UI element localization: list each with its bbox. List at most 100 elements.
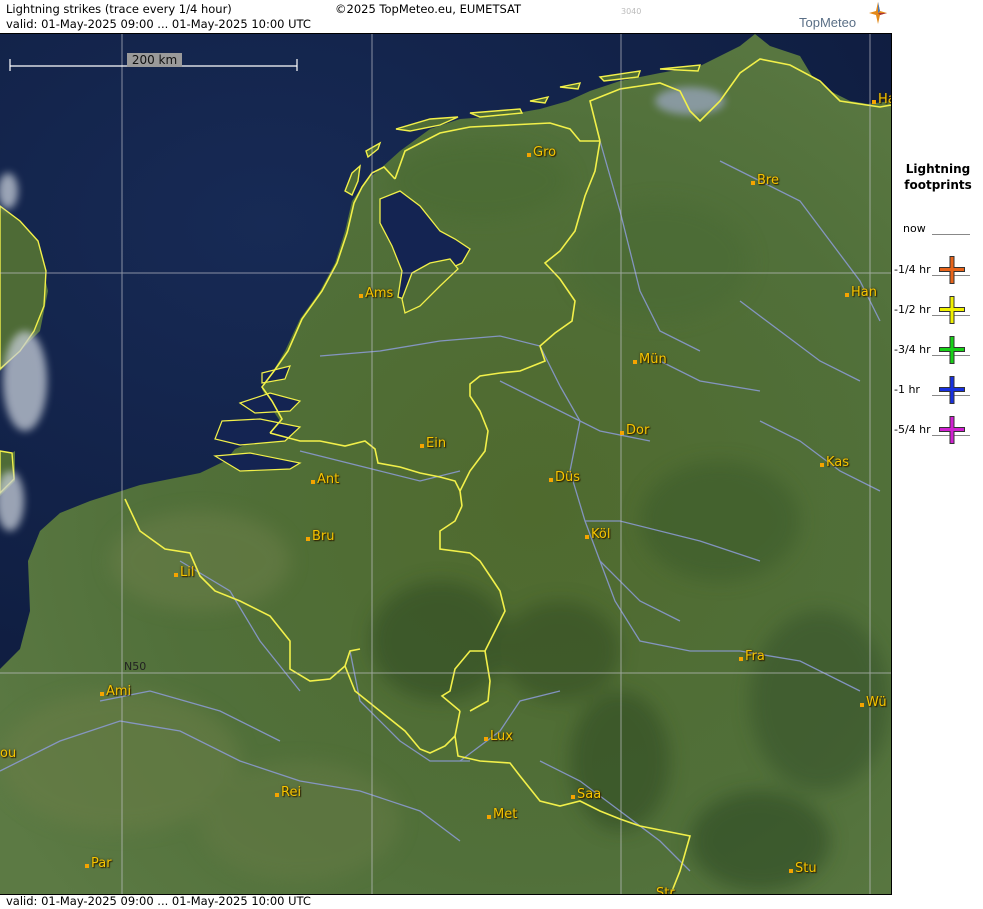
city-label-ant: Ant bbox=[311, 472, 339, 487]
city-label-lux: Lux bbox=[484, 729, 513, 744]
city-name: Rei bbox=[281, 785, 302, 800]
legend-time-label: -3/4 hr bbox=[894, 343, 931, 356]
city-name: Fra bbox=[745, 649, 765, 664]
city-label-ein: Ein bbox=[420, 436, 446, 451]
city-name: Wü bbox=[866, 695, 887, 710]
city-name: Bre bbox=[757, 173, 779, 188]
city-name: Gro bbox=[533, 145, 557, 160]
legend-title: Lightning footprints bbox=[898, 161, 978, 193]
city-label-saa: Saa bbox=[571, 787, 601, 802]
city-marker bbox=[359, 294, 363, 298]
city-name: Met bbox=[493, 807, 518, 822]
legend-time-label: -1/2 hr bbox=[894, 303, 931, 316]
city-marker bbox=[85, 864, 89, 868]
green-cross-icon bbox=[939, 336, 965, 364]
city-marker bbox=[487, 815, 491, 819]
city-name: Dor bbox=[626, 423, 650, 438]
valid-time-top: valid: 01-May-2025 09:00 ... 01-May-2025… bbox=[6, 17, 311, 31]
city-marker bbox=[306, 537, 310, 541]
city-label-fra: Fra bbox=[739, 649, 765, 664]
city-marker bbox=[820, 463, 824, 467]
city-name: Han bbox=[851, 285, 877, 300]
compass-star-icon bbox=[869, 2, 887, 24]
orange-cross-icon bbox=[939, 256, 965, 284]
city-label-kas: Kas bbox=[820, 455, 849, 470]
city-name: Par bbox=[91, 856, 112, 871]
city-marker bbox=[174, 573, 178, 577]
blue-cross-icon bbox=[939, 376, 965, 404]
brand-label: TopMeteo bbox=[799, 15, 857, 30]
yellow-cross-icon bbox=[939, 296, 965, 324]
magenta-cross-icon bbox=[939, 416, 965, 444]
city-marker bbox=[275, 793, 279, 797]
city-name: ou bbox=[0, 746, 17, 761]
city-marker bbox=[633, 360, 637, 364]
city-marker bbox=[845, 293, 849, 297]
city-label-rou: ou bbox=[0, 746, 16, 761]
city-name: Str bbox=[656, 886, 675, 895]
city-marker bbox=[650, 894, 654, 895]
city-label-dus: Düs bbox=[549, 470, 580, 485]
city-label-ham: Ha bbox=[872, 92, 891, 107]
city-label-dor: Dor bbox=[620, 423, 649, 438]
city-name: Lux bbox=[490, 729, 513, 744]
city-name: Ams bbox=[365, 286, 394, 301]
city-label-rei: Rei bbox=[275, 785, 301, 800]
city-label-str: Str bbox=[650, 886, 675, 895]
city-label-par: Par bbox=[85, 856, 112, 871]
latitude-label: N50 bbox=[124, 660, 147, 673]
city-label-met: Met bbox=[487, 807, 517, 822]
legend-title-line1: Lightning bbox=[905, 162, 971, 176]
city-marker bbox=[100, 692, 104, 696]
city-marker bbox=[789, 869, 793, 873]
legend-time-label: -1 hr bbox=[894, 383, 920, 396]
city-name: Bru bbox=[312, 529, 335, 544]
city-label-bru: Bru bbox=[306, 529, 335, 544]
city-marker bbox=[549, 478, 553, 482]
city-marker bbox=[860, 703, 864, 707]
city-label-bre: Bre bbox=[751, 173, 779, 188]
city-marker bbox=[420, 444, 424, 448]
satellite-map[interactable]: 200 km N50 Gro Bre Ha Ams Han Mün Dor Ein Kas Ant… bbox=[0, 33, 891, 895]
city-name: Köl bbox=[591, 527, 611, 542]
city-name: Kas bbox=[826, 455, 850, 470]
city-label-han: Han bbox=[845, 285, 877, 300]
city-label-mun: Mün bbox=[633, 352, 667, 367]
valid-time-bottom: valid: 01-May-2025 09:00 ... 01-May-2025… bbox=[6, 894, 311, 908]
copyright-text: ©2025 TopMeteo.eu, EUMETSAT bbox=[335, 2, 521, 16]
city-marker bbox=[527, 153, 531, 157]
city-name: Saa bbox=[577, 787, 602, 802]
city-marker bbox=[739, 657, 743, 661]
map-canvas bbox=[0, 34, 891, 894]
city-label-lil: Lil bbox=[174, 565, 194, 580]
legend-divider bbox=[932, 234, 970, 235]
city-label-ams: Ams bbox=[359, 286, 393, 301]
city-label-gro: Gro bbox=[527, 145, 556, 160]
city-name: Düs bbox=[555, 470, 581, 485]
city-label-ami: Ami bbox=[100, 684, 131, 699]
map-title: Lightning strikes (trace every 1/4 hour) bbox=[6, 2, 232, 16]
city-marker bbox=[751, 181, 755, 185]
scale-label: 200 km bbox=[127, 53, 182, 67]
city-name: Mün bbox=[639, 352, 667, 367]
city-marker bbox=[311, 480, 315, 484]
city-name: Lil bbox=[180, 565, 195, 580]
legend-title-line2: footprints bbox=[904, 178, 972, 192]
city-name: Ami bbox=[106, 684, 132, 699]
city-marker bbox=[484, 737, 488, 741]
city-label-wur: Wü bbox=[860, 695, 887, 710]
city-marker bbox=[571, 795, 575, 799]
city-name: Ein bbox=[426, 436, 447, 451]
legend-time-label: -5/4 hr bbox=[894, 423, 931, 436]
city-name: Stu bbox=[795, 861, 817, 876]
city-marker bbox=[620, 431, 624, 435]
legend-panel: Lightning footprints now -1/4 hr -1/2 hr -3… bbox=[891, 33, 983, 895]
city-marker bbox=[872, 100, 876, 104]
city-label-stu: Stu bbox=[789, 861, 817, 876]
city-label-kol: Köl bbox=[585, 527, 610, 542]
topmeteo-logo: TopMeteo bbox=[797, 2, 889, 32]
legend-time-label: -1/4 hr bbox=[894, 263, 931, 276]
city-name: Ant bbox=[317, 472, 340, 487]
tile-id: 3040 bbox=[621, 7, 642, 16]
city-marker bbox=[585, 535, 589, 539]
